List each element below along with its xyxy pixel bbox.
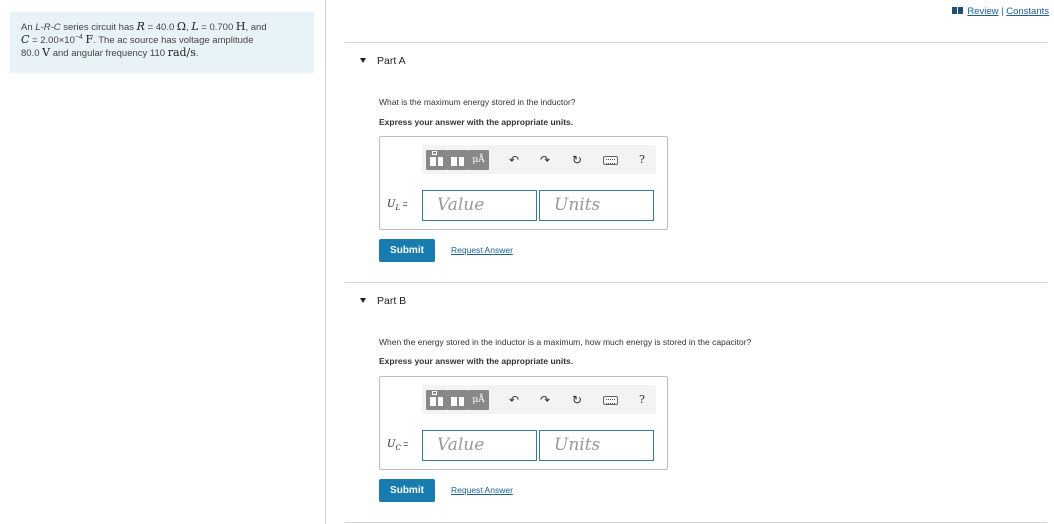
math-toolbar: μÅ ↶ ↷ ↻ ? [422, 385, 656, 414]
frequency-unit: rad/s [167, 46, 196, 59]
part-a-header[interactable]: Part A [360, 55, 406, 67]
problem-text: series circuit has [60, 22, 137, 33]
part-b-instruction: Express your answer with the appropriate… [379, 356, 574, 366]
review-link[interactable]: Review [967, 6, 998, 17]
problem-text: = 2.00×10 [29, 35, 75, 46]
top-links: Review | Constants [952, 6, 1049, 17]
templates-icon[interactable] [426, 390, 447, 410]
templates-icon[interactable] [426, 150, 447, 170]
variable-label: UC = [387, 439, 409, 452]
capacitance-exponent: −4 [74, 33, 83, 41]
inductance-symbol: L [191, 20, 199, 33]
problem-text: = 0.700 [198, 22, 236, 33]
problem-text: L-R-C [35, 22, 61, 33]
capacitance-unit: F [85, 33, 94, 46]
part-b-answer-box: μÅ ↶ ↷ ↻ ? UC = Value Units [379, 376, 668, 470]
value-input[interactable]: Value [422, 430, 537, 461]
part-a-answer-box: μÅ ↶ ↷ ↻ ? UL = Value Units [379, 136, 668, 230]
reset-icon[interactable]: ↻ [569, 152, 585, 168]
units-input[interactable]: Units [539, 190, 654, 221]
help-icon[interactable]: ? [635, 392, 649, 408]
undo-icon[interactable]: ↶ [506, 152, 522, 168]
part-a-title: Part A [377, 55, 406, 67]
templates-2-icon[interactable] [447, 150, 468, 170]
submit-button[interactable]: Submit [379, 239, 435, 262]
problem-text: . The ac source has voltage amplitude [93, 35, 254, 46]
part-b-header[interactable]: Part B [360, 295, 406, 307]
variable-label: UL = [387, 199, 408, 212]
request-answer-link[interactable]: Request Answer [451, 245, 513, 255]
reset-icon[interactable]: ↻ [569, 392, 585, 408]
problem-text: An [21, 22, 36, 33]
constants-link[interactable]: Constants [1006, 6, 1049, 17]
redo-icon[interactable]: ↷ [537, 392, 553, 408]
resistance-symbol: R [136, 20, 145, 33]
templates-2-icon[interactable] [447, 390, 468, 410]
keyboard-icon[interactable] [603, 156, 618, 165]
help-icon[interactable]: ? [635, 152, 649, 168]
submit-button[interactable]: Submit [379, 479, 435, 502]
problem-text: , and [245, 22, 267, 33]
part-a-instruction: Express your answer with the appropriate… [379, 117, 574, 127]
undo-icon[interactable]: ↶ [506, 392, 522, 408]
problem-statement: An L-R-C series circuit has R = 40.0 Ω , … [10, 12, 314, 73]
value-input[interactable]: Value [422, 190, 537, 221]
part-b-question: When the energy stored in the inductor i… [379, 337, 752, 347]
column-divider [325, 0, 326, 524]
problem-text: 80.0 [21, 48, 43, 59]
resistance-unit: Ω [176, 20, 187, 33]
collapse-triangle-icon [360, 298, 366, 303]
part-b-divider [345, 282, 1047, 283]
part-b-title: Part B [377, 295, 407, 307]
problem-text: and angular frequency 110 [50, 48, 168, 59]
voltage-unit: V [42, 46, 51, 59]
problem-text: = 40.0 [144, 22, 177, 33]
part-a-question: What is the maximum energy stored in the… [379, 97, 576, 107]
part-a-divider [345, 42, 1047, 43]
units-symbol-icon[interactable]: μÅ [468, 150, 489, 170]
math-toolbar: μÅ ↶ ↷ ↻ ? [422, 145, 656, 174]
request-answer-link[interactable]: Request Answer [451, 485, 513, 495]
bottom-divider [345, 522, 1047, 523]
book-icon [952, 7, 964, 14]
redo-icon[interactable]: ↷ [537, 152, 553, 168]
keyboard-icon[interactable] [603, 396, 618, 405]
problem-text: . [195, 48, 199, 59]
collapse-triangle-icon [360, 58, 366, 63]
units-input[interactable]: Units [539, 430, 654, 461]
units-symbol-icon[interactable]: μÅ [468, 390, 489, 410]
